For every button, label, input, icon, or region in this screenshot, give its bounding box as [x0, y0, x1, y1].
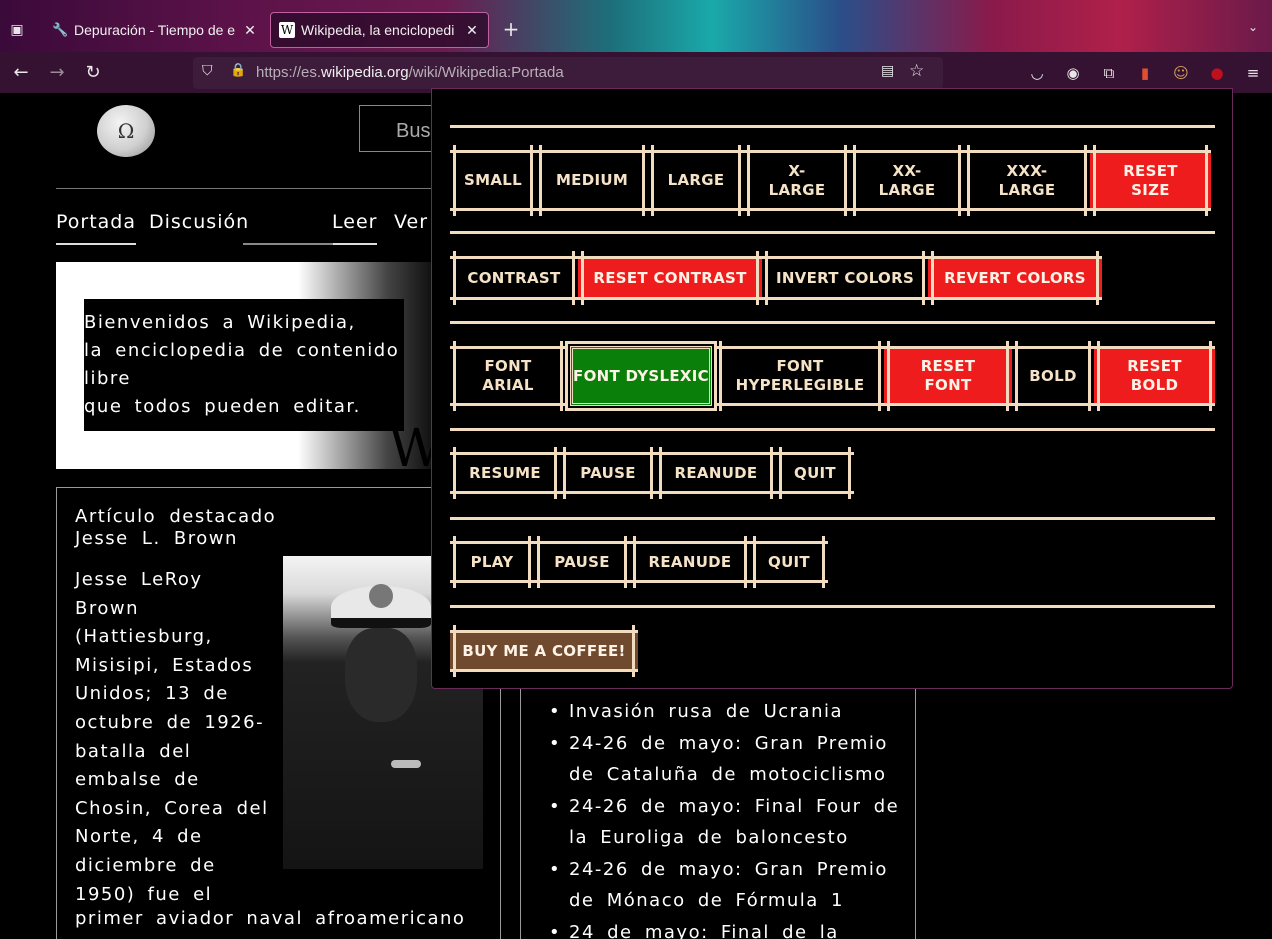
welcome-line: Bienvenidos a Wikipedia, — [84, 312, 356, 333]
account-icon[interactable]: ◉ — [1062, 62, 1084, 84]
back-arrow-icon[interactable]: ← — [9, 61, 33, 85]
reset-font-button[interactable]: RESET FONT — [884, 341, 1012, 411]
cap-badge — [369, 584, 393, 608]
revert-colors-button[interactable]: REVERT COLORS — [928, 251, 1102, 305]
divider — [450, 321, 1215, 324]
new-tab-button[interactable]: + — [500, 18, 522, 40]
reload-icon[interactable]: ↻ — [81, 61, 105, 85]
featured-subject-link[interactable]: Jesse L. Brown — [75, 528, 238, 549]
pause-button[interactable]: PAUSE — [560, 447, 656, 499]
resume-button[interactable]: RESUME — [450, 447, 560, 499]
divider — [450, 428, 1215, 431]
tab-debugging[interactable]: 🔧 Depuración - Tiempo de e ✕ — [44, 12, 266, 48]
url-bar[interactable]: ⛉ 🔒 https://es.wikipedia.org/wiki/Wikipe… — [193, 57, 943, 89]
news-item[interactable]: 24-26 de mayo: Gran Premio de Cataluña d… — [549, 728, 909, 791]
font-arial-button[interactable]: FONT ARIAL — [450, 341, 566, 411]
news-item[interactable]: 24-26 de mayo: Gran Premio de Mónaco de … — [549, 854, 909, 917]
featured-summary-continued: primer aviador naval afroamericano — [75, 908, 466, 929]
welcome-text-box: Bienvenidos a Wikipedia, la enciclopedia… — [84, 299, 404, 431]
large-size-button[interactable]: LARGE — [648, 145, 744, 216]
tab-discusion[interactable]: Discusión — [149, 211, 249, 233]
firefox-view-icon[interactable]: ▣ — [6, 19, 28, 41]
wrench-icon: 🔧 — [52, 22, 69, 37]
divider — [450, 517, 1215, 520]
accessibility-extension-icon[interactable]: ● — [1206, 62, 1228, 84]
reset-contrast-button[interactable]: RESET CONTRAST — [578, 251, 762, 305]
xlarge-size-button[interactable]: X-LARGE — [744, 145, 850, 216]
font-hyperlegible-button[interactable]: FONT HYPERLEGIBLE — [716, 341, 884, 411]
welcome-banner: Bienvenidos a Wikipedia, la enciclopedia… — [56, 262, 446, 475]
navigation-bar: ← → ↻ ⛉ 🔒 https://es.wikipedia.org/wiki/… — [0, 52, 1272, 93]
reanude-button[interactable]: REANUDE — [630, 536, 750, 588]
welcome-line: que todos pueden editar. — [84, 396, 361, 417]
news-item[interactable]: 24-26 de mayo: Final Four de la Euroliga… — [549, 791, 909, 854]
reset-size-button[interactable]: RESET SIZE — [1090, 145, 1211, 216]
extensions-icon[interactable]: ⧉ — [1098, 62, 1120, 84]
pocket-icon[interactable]: ◡ — [1026, 62, 1048, 84]
reader-view-icon[interactable]: ▤ — [881, 63, 894, 79]
close-icon[interactable]: ✕ — [242, 22, 258, 39]
featured-summary: Jesse LeRoy Brown (Hattiesburg, Misisipi… — [75, 569, 269, 905]
divider — [450, 605, 1215, 608]
face — [345, 628, 417, 722]
color-row: CONTRAST RESET CONTRAST INVERT COLORS RE… — [450, 251, 1102, 305]
font-dyslexic-button[interactable]: FONT DYSLEXIC — [565, 341, 717, 411]
shield-icon[interactable]: ⛉ — [202, 63, 218, 83]
current-events: Invasión rusa de Ucrania 24-26 de mayo: … — [520, 688, 916, 939]
divider — [56, 188, 446, 189]
tab-title: Wikipedia, la enciclopedi — [301, 22, 455, 38]
font-row: FONT ARIAL FONT DYSLEXIC FONT HYPERLEGIB… — [450, 341, 1215, 411]
lock-icon[interactable]: 🔒 — [230, 63, 246, 83]
contrast-button[interactable]: CONTRAST — [450, 251, 578, 305]
play-button[interactable]: PLAY — [450, 536, 534, 588]
chevron-down-icon[interactable]: ⌄ — [1248, 20, 1258, 34]
news-item[interactable]: 24 de mayo: Final de la — [549, 917, 909, 939]
tab-ver[interactable]: Ver — [394, 211, 428, 233]
bookmark-star-icon[interactable]: ☆ — [909, 61, 924, 81]
tab-underline — [56, 243, 136, 245]
tab-leer[interactable]: Leer — [332, 211, 377, 233]
tab-underline — [243, 243, 333, 245]
news-item[interactable]: Invasión rusa de Ucrania — [549, 696, 909, 728]
buy-me-a-coffee-button[interactable]: BUY ME A COFFEE! — [450, 625, 638, 677]
tab-underline — [333, 243, 377, 245]
wikipedia-globe-logo[interactable]: Ω — [97, 105, 155, 157]
coffee-row: BUY ME A COFFEE! — [450, 625, 638, 677]
close-icon[interactable]: ✕ — [464, 22, 480, 39]
size-row: SMALL MEDIUM LARGE X-LARGE XX-LARGE XXX-… — [450, 145, 1211, 216]
hamburger-menu-icon[interactable]: ≡ — [1242, 62, 1264, 84]
featured-heading: Artículo destacado Jesse L. Brown — [75, 506, 277, 549]
pause-button[interactable]: PAUSE — [534, 536, 630, 588]
reset-bold-button[interactable]: RESET BOLD — [1094, 341, 1215, 411]
small-size-button[interactable]: SMALL — [450, 145, 536, 216]
aviator-wings — [391, 760, 421, 768]
quit-button[interactable]: QUIT — [776, 447, 854, 499]
divider — [450, 125, 1215, 128]
accessibility-popup: SMALL MEDIUM LARGE X-LARGE XX-LARGE XXX-… — [431, 88, 1233, 689]
extension-bottle-icon[interactable]: ▮ — [1134, 62, 1156, 84]
play-row: PLAY PAUSE REANUDE QUIT — [450, 536, 828, 588]
extension-monkey-icon[interactable]: ☺ — [1170, 62, 1192, 84]
tab-portada[interactable]: Portada — [56, 211, 136, 233]
reading-row: RESUME PAUSE REANUDE QUIT — [450, 447, 854, 499]
tab-wikipedia[interactable]: W Wikipedia, la enciclopedi ✕ — [270, 12, 489, 48]
quit-button[interactable]: QUIT — [750, 536, 828, 588]
xxlarge-size-button[interactable]: XX-LARGE — [850, 145, 964, 216]
welcome-line: la enciclopedia de contenido libre — [84, 340, 400, 389]
tab-title: Depuración - Tiempo de e — [74, 22, 236, 38]
reanude-button[interactable]: REANUDE — [656, 447, 776, 499]
bold-button[interactable]: BOLD — [1012, 341, 1094, 411]
tab-bar: ▣ 🔧 Depuración - Tiempo de e ✕ W Wikiped… — [0, 0, 1272, 52]
xxxlarge-size-button[interactable]: XXX-LARGE — [964, 145, 1090, 216]
wikipedia-w-icon: W — [279, 22, 295, 38]
forward-arrow-icon[interactable]: → — [45, 61, 69, 85]
divider — [450, 231, 1215, 234]
medium-size-button[interactable]: MEDIUM — [536, 145, 648, 216]
url-text[interactable]: https://es.wikipedia.org/wiki/Wikipedia:… — [256, 64, 564, 81]
invert-colors-button[interactable]: INVERT COLORS — [762, 251, 928, 305]
